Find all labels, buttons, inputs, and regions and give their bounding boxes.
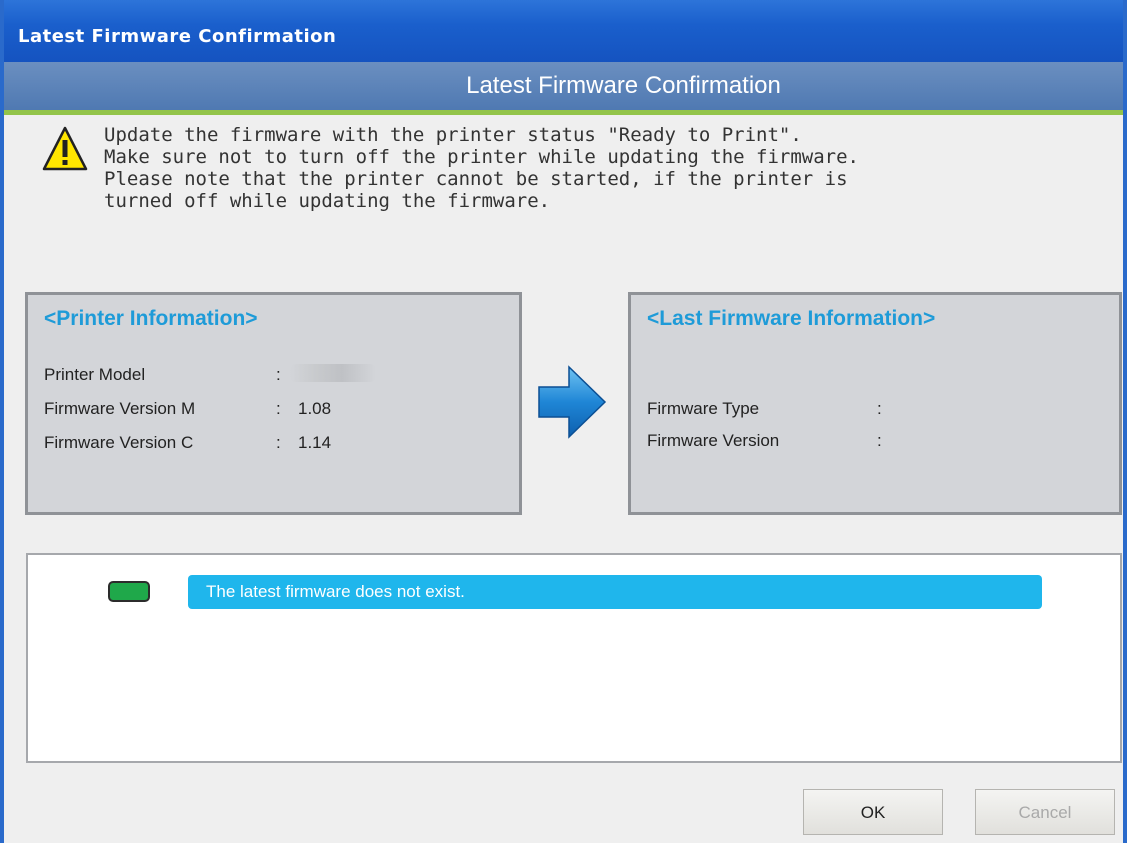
firmware-version-label: Firmware Version xyxy=(647,431,780,450)
printer-model-value-redacted xyxy=(290,362,376,382)
status-area: The latest firmware does not exist. xyxy=(26,553,1122,763)
firmware-version-m-value: 1.08 xyxy=(298,399,332,418)
warning-line: Make sure not to turn off the printer wh… xyxy=(104,146,859,168)
ok-button[interactable]: OK xyxy=(803,789,943,835)
title-bar[interactable]: Latest Firmware Confirmation xyxy=(4,0,1123,62)
firmware-version-c-label: Firmware Version C xyxy=(44,433,194,452)
colon: : xyxy=(276,399,281,418)
status-message: The latest firmware does not exist. xyxy=(188,575,1042,609)
colon: : xyxy=(276,433,281,452)
printer-information-panel: <Printer Information> Printer Model : Fi… xyxy=(25,292,522,515)
firmware-version-c-value: 1.14 xyxy=(298,433,332,452)
last-firmware-information-panel: <Last Firmware Information> Firmware Typ… xyxy=(628,292,1122,515)
header-banner: Latest Firmware Confirmation xyxy=(4,62,1123,115)
window-title: Latest Firmware Confirmation xyxy=(18,26,337,47)
arrow-right-icon xyxy=(538,365,607,439)
colon: : xyxy=(276,365,281,384)
colon: : xyxy=(877,399,882,418)
firmware-type-label: Firmware Type xyxy=(647,399,760,418)
cancel-button[interactable]: Cancel xyxy=(975,789,1115,835)
printer-model-label: Printer Model xyxy=(44,365,146,384)
banner-title: Latest Firmware Confirmation xyxy=(466,72,781,99)
warning-line: turned off while updating the firmware. xyxy=(104,190,551,212)
warning-icon xyxy=(42,126,88,171)
firmware-dialog: Latest Firmware Confirmation Latest Firm… xyxy=(0,0,1127,843)
warning-message: Update the firmware with the printer sta… xyxy=(104,124,859,212)
printer-information-title: <Printer Information> xyxy=(44,307,258,330)
warning-line: Update the firmware with the printer sta… xyxy=(104,124,802,146)
last-firmware-information-title: <Last Firmware Information> xyxy=(647,307,936,330)
warning-line: Please note that the printer cannot be s… xyxy=(104,168,848,190)
firmware-version-m-label: Firmware Version M xyxy=(44,399,196,418)
status-indicator-led xyxy=(108,581,150,602)
colon: : xyxy=(877,431,882,450)
